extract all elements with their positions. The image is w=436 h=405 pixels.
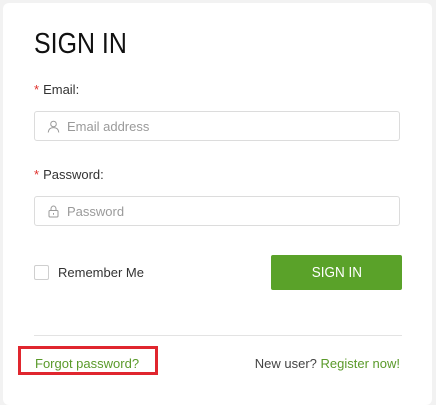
- register-link[interactable]: Register now!: [321, 356, 400, 371]
- divider: [34, 335, 402, 336]
- required-marker: *: [34, 82, 40, 97]
- sign-in-button-label: SIGN IN: [311, 264, 362, 281]
- new-user-text: New user?: [254, 356, 317, 371]
- user-icon: [47, 120, 60, 133]
- remember-me-label[interactable]: Remember Me: [58, 265, 144, 280]
- password-label-text: Password:: [43, 167, 104, 182]
- lock-icon: [48, 205, 59, 218]
- password-input[interactable]: [67, 197, 387, 225]
- email-label-text: Email:: [43, 82, 80, 97]
- sign-in-button[interactable]: SIGN IN: [271, 255, 402, 290]
- password-field[interactable]: [34, 196, 400, 226]
- required-marker: *: [34, 167, 40, 182]
- page-title: SIGN IN: [34, 28, 127, 60]
- new-user-prompt: New user? Register now!: [255, 356, 400, 371]
- forgot-password-link[interactable]: Forgot password?: [35, 356, 139, 371]
- email-input[interactable]: [67, 112, 387, 140]
- password-label: * Password:: [34, 167, 104, 182]
- email-label: * Email:: [34, 82, 79, 97]
- remember-me-checkbox[interactable]: [34, 265, 49, 280]
- email-field[interactable]: [34, 111, 400, 141]
